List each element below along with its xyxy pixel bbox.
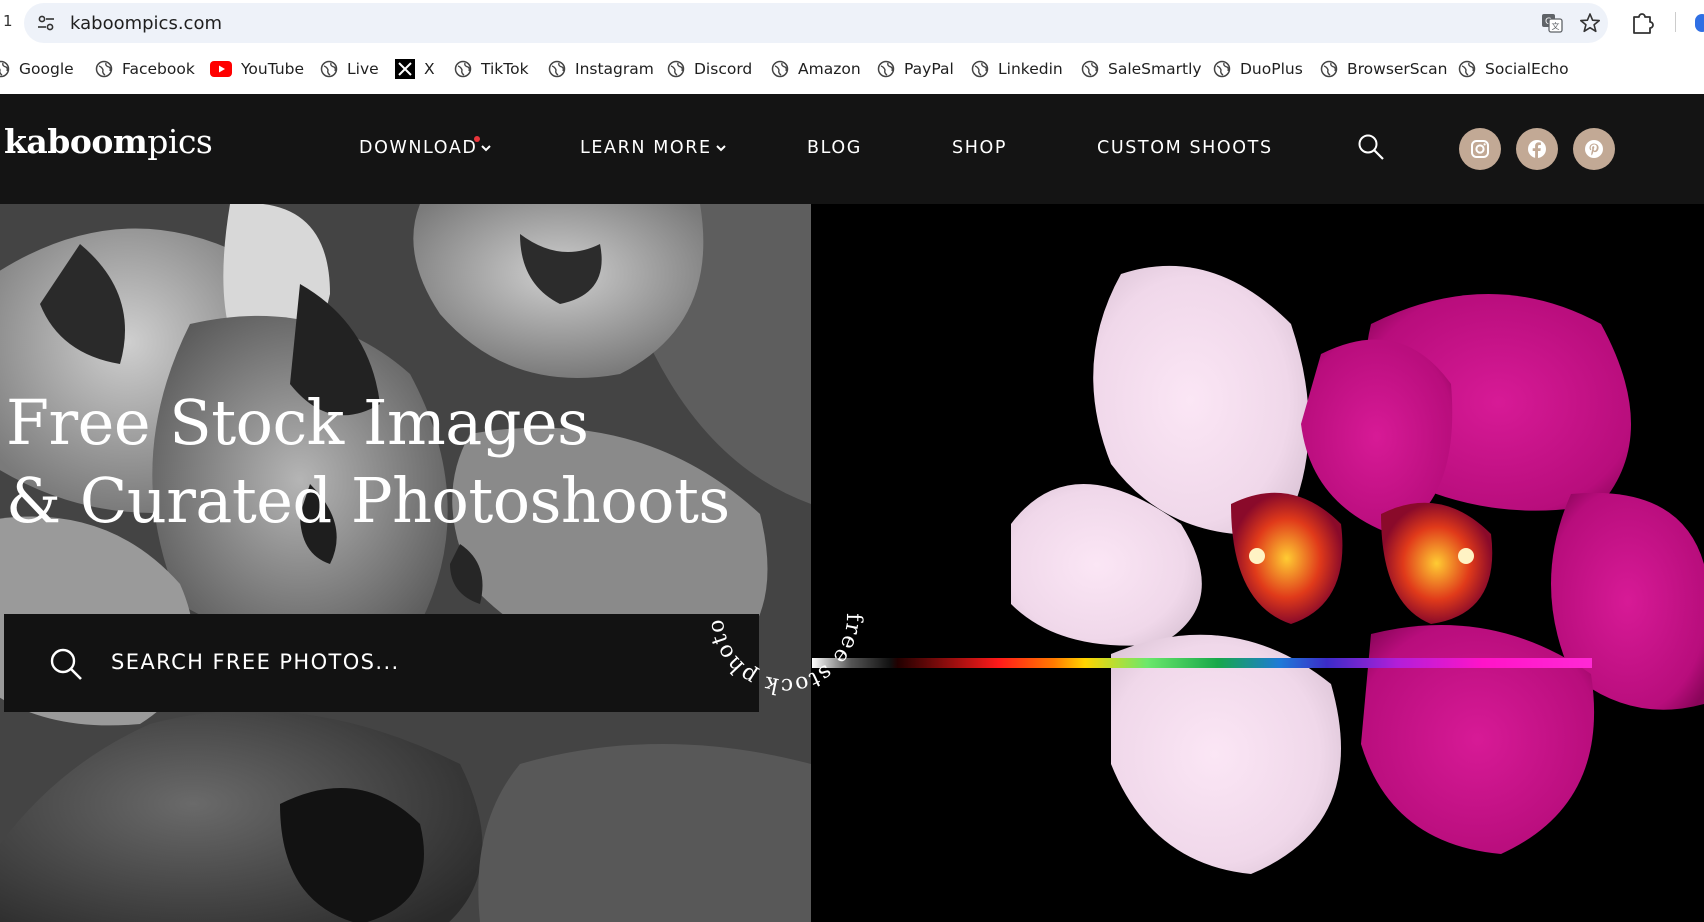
bookmark-label: Amazon bbox=[798, 60, 861, 78]
chevron-down-icon bbox=[715, 145, 726, 152]
logo-light-text: pics bbox=[147, 122, 213, 161]
globe-icon bbox=[1081, 60, 1099, 78]
logo-bold-text: kaboom bbox=[4, 122, 148, 161]
nav-custom-shoots-label: CUSTOM SHOOTS bbox=[1097, 138, 1273, 158]
globe-icon bbox=[771, 60, 789, 78]
bookmarks-bar: Google Facebook YouTube Live X TikTok In… bbox=[0, 56, 1704, 82]
bookmark-duoplus[interactable]: DuoPlus bbox=[1213, 56, 1303, 82]
nav-shop[interactable]: SHOP bbox=[952, 138, 1007, 158]
bookmark-label: DuoPlus bbox=[1240, 60, 1303, 78]
profile-avatar[interactable] bbox=[1695, 14, 1704, 32]
bookmark-label: SocialEcho bbox=[1485, 60, 1569, 78]
globe-icon bbox=[320, 60, 338, 78]
bookmark-amazon[interactable]: Amazon bbox=[771, 56, 861, 82]
svg-text:文: 文 bbox=[1552, 21, 1560, 31]
search-placeholder[interactable]: SEARCH FREE PHOTOS... bbox=[111, 650, 400, 674]
globe-icon bbox=[95, 60, 113, 78]
bookmark-youtube[interactable]: YouTube bbox=[210, 56, 304, 82]
bookmark-label: Facebook bbox=[122, 60, 195, 78]
photo-search-box[interactable]: SEARCH FREE PHOTOS... bbox=[4, 614, 759, 712]
pinterest-button[interactable] bbox=[1573, 128, 1615, 170]
x-icon bbox=[395, 59, 415, 79]
url-text[interactable]: kaboompics.com bbox=[70, 13, 222, 34]
nav-custom-shoots[interactable]: CUSTOM SHOOTS bbox=[1097, 138, 1273, 158]
site-header: kaboompics DOWNLOAD LEARN MORE BLOG SHOP… bbox=[0, 94, 1704, 204]
bookmark-salesmartly[interactable]: SaleSmartly bbox=[1081, 56, 1202, 82]
globe-icon bbox=[877, 60, 895, 78]
bookmark-instagram[interactable]: Instagram bbox=[548, 56, 654, 82]
search-icon bbox=[50, 648, 82, 680]
bookmark-label: YouTube bbox=[241, 60, 305, 78]
globe-icon bbox=[971, 60, 989, 78]
bookmark-discord[interactable]: Discord bbox=[667, 56, 752, 82]
toolbar-divider bbox=[1675, 12, 1676, 32]
browser-chrome: 1 kaboompics.com G 文 Google Facebook bbox=[0, 0, 1704, 94]
nav-learn-more-label: LEARN MORE bbox=[580, 138, 712, 158]
nav-blog[interactable]: BLOG bbox=[807, 138, 862, 158]
translate-icon[interactable]: G 文 bbox=[1541, 12, 1563, 34]
headline-line-1: Free Stock Images bbox=[6, 386, 589, 459]
instagram-button[interactable] bbox=[1459, 128, 1501, 170]
bookmark-linkedin[interactable]: Linkedin bbox=[971, 56, 1063, 82]
bookmark-label: Linkedin bbox=[998, 60, 1063, 78]
globe-icon bbox=[667, 60, 685, 78]
site-settings-icon[interactable] bbox=[36, 13, 56, 33]
instagram-icon bbox=[1471, 140, 1489, 158]
globe-icon bbox=[0, 60, 10, 78]
nav-download[interactable]: DOWNLOAD bbox=[359, 138, 492, 158]
color-orchid-artwork bbox=[811, 204, 1704, 922]
globe-icon bbox=[1213, 60, 1231, 78]
globe-icon bbox=[1320, 60, 1338, 78]
bookmark-facebook[interactable]: Facebook bbox=[95, 56, 195, 82]
nav-blog-label: BLOG bbox=[807, 138, 862, 158]
color-orchid-image bbox=[811, 204, 1704, 922]
svg-text:free stock photography: free stock photography bbox=[690, 522, 866, 698]
badge-text: free stock photography bbox=[690, 522, 865, 698]
bookmark-star-icon[interactable] bbox=[1579, 12, 1601, 34]
facebook-icon bbox=[1528, 140, 1546, 158]
globe-icon bbox=[454, 60, 472, 78]
bookmark-browserscan[interactable]: BrowserScan bbox=[1320, 56, 1448, 82]
site-logo[interactable]: kaboompics bbox=[4, 122, 213, 161]
bookmark-socialecho[interactable]: SocialEcho bbox=[1458, 56, 1569, 82]
bookmark-label: Instagram bbox=[575, 60, 654, 78]
bookmark-tiktok[interactable]: TikTok bbox=[454, 56, 529, 82]
address-bar[interactable]: kaboompics.com G 文 bbox=[24, 3, 1608, 43]
search-icon[interactable] bbox=[1357, 133, 1385, 161]
bookmark-label: Live bbox=[347, 60, 379, 78]
bookmark-label: Discord bbox=[694, 60, 753, 78]
bookmark-google[interactable]: Google bbox=[0, 56, 74, 82]
globe-icon bbox=[1458, 60, 1476, 78]
bookmark-label: Google bbox=[19, 60, 74, 78]
bookmark-x[interactable]: X bbox=[395, 56, 435, 82]
free-stock-photography-badge: free stock photography bbox=[690, 522, 866, 698]
bookmark-paypal[interactable]: PayPal bbox=[877, 56, 954, 82]
bookmark-label: BrowserScan bbox=[1347, 60, 1448, 78]
bookmark-label: TikTok bbox=[481, 60, 529, 78]
bookmark-live[interactable]: Live bbox=[320, 56, 379, 82]
headline-line-2: & Curated Photoshoots bbox=[6, 464, 730, 537]
nav-learn-more[interactable]: LEARN MORE bbox=[580, 138, 726, 158]
new-indicator-dot bbox=[474, 136, 480, 142]
color-spectrum-bar bbox=[812, 658, 1592, 668]
hero-headline: Free Stock Images & Curated Photoshoots bbox=[6, 384, 730, 540]
hero-section: Free Stock Images & Curated Photoshoots … bbox=[0, 204, 1704, 922]
bookmark-label: SaleSmartly bbox=[1108, 60, 1202, 78]
extensions-icon[interactable] bbox=[1629, 9, 1655, 35]
tab-number: 1 bbox=[3, 12, 13, 30]
nav-download-label: DOWNLOAD bbox=[359, 138, 478, 158]
bookmark-label: PayPal bbox=[904, 60, 954, 78]
chevron-down-icon bbox=[481, 145, 492, 152]
pinterest-icon bbox=[1585, 140, 1603, 158]
nav-shop-label: SHOP bbox=[952, 138, 1007, 158]
globe-icon bbox=[548, 60, 566, 78]
facebook-button[interactable] bbox=[1516, 128, 1558, 170]
bookmark-label: X bbox=[424, 60, 435, 78]
youtube-icon bbox=[210, 61, 232, 77]
